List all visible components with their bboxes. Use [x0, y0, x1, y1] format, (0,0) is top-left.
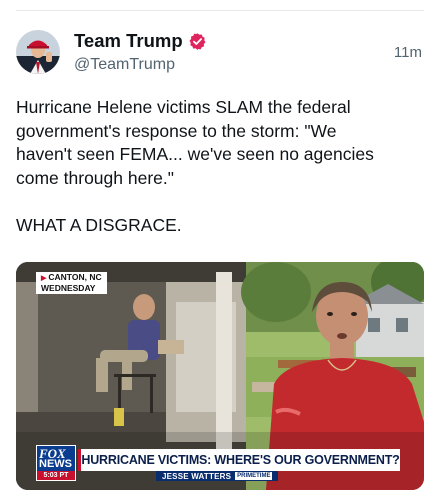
tweet-text-emphasis: WHAT A DISGRACE. [16, 214, 182, 235]
avatar-image [16, 30, 60, 74]
tweet-text-line: haven't seen FEMA... we've seen no agenc… [16, 144, 374, 164]
tweet-text-line: Hurricane Helene victims SLAM the federa… [16, 97, 351, 117]
tweet-text-line: come through here." [16, 167, 174, 188]
author-display-name-text[interactable]: Team Trump [74, 30, 183, 52]
author-names: Team Trump @TeamTrump [74, 30, 207, 74]
show-name: PRIMETIME [235, 472, 273, 480]
network-logo-bottom: NEWS [39, 458, 72, 470]
location-line1: CANTON, NC [48, 272, 102, 282]
top-divider [16, 10, 424, 11]
tweet-text-line: government's response to the storm: "We [16, 120, 337, 141]
avatar[interactable] [16, 30, 60, 74]
tweet-text: Hurricane Helene victims SLAM the federa… [16, 96, 424, 237]
fox-news-logo: FOX NEWS 5:03 PT [36, 445, 76, 481]
broadcast-time: 5:03 PT [37, 471, 75, 480]
location-badge: ▶ CANTON, NC WEDNESDAY [36, 272, 107, 294]
author-display-name[interactable]: Team Trump [74, 30, 207, 52]
verified-badge-icon [189, 32, 206, 50]
tweet-media-video[interactable]: ▶ CANTON, NC WEDNESDAY FOX NEWS 5:03 PT H… [16, 262, 424, 490]
author-handle[interactable]: @TeamTrump [74, 56, 207, 74]
location-line2: WEDNESDAY [41, 282, 96, 293]
tweet-header: Team Trump @TeamTrump 11m [16, 30, 424, 78]
timestamp[interactable]: 11m [394, 44, 422, 61]
play-arrow-icon: ▶ [41, 275, 47, 282]
host-name: JESSE WATTERS [162, 471, 232, 481]
host-bar: JESSE WATTERS PRIMETIME [156, 471, 279, 481]
news-chyron: FOX NEWS 5:03 PT HURRICANE VICTIMS: WHER… [36, 445, 418, 481]
chyron-headline: HURRICANE VICTIMS: WHERE'S OUR GOVERNMEN… [78, 449, 400, 471]
